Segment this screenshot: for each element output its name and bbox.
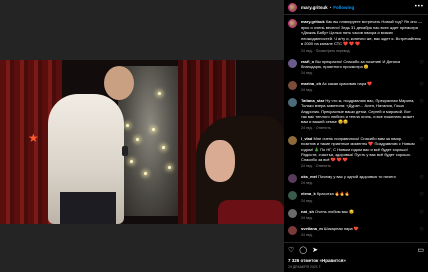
man-pants	[60, 192, 116, 224]
woman-dress	[218, 200, 284, 224]
post-caption: mary.gritsuk Как вы планируете встречать…	[288, 19, 424, 53]
comment-container: rasfl_o Вы прекрасно! Спасибо за позитив…	[288, 58, 424, 238]
comment-text: Вы прекрасно! Спасибо за позитив! И Дени…	[301, 58, 401, 69]
bookmark-icon[interactable]: ▭	[417, 247, 424, 254]
post-image[interactable]: ★	[0, 60, 284, 224]
caption-avatar[interactable]	[288, 19, 297, 28]
author-username[interactable]: mary.gritsuk	[301, 5, 328, 10]
comment-icon[interactable]: ◯	[299, 247, 307, 254]
comment-text: Ах какая красивая пара ❤️	[322, 80, 373, 86]
comment-meta[interactable]: 24 нед. · Ответить	[301, 126, 416, 130]
comment-meta[interactable]: 24 нед.	[301, 88, 416, 92]
heart-icon[interactable]: ♡	[420, 138, 424, 143]
comment-item: oks_mel Почему у вас у одной здоровью то…	[288, 174, 424, 185]
comment-item: rasfl_o Вы прекрасно! Спасибо за позитив…	[288, 58, 424, 75]
likes-count[interactable]: 7 326 отметок «Нравится»	[288, 258, 424, 263]
caption-username[interactable]: mary.gritsuk	[301, 19, 325, 24]
heart-icon[interactable]: ♡	[420, 100, 424, 105]
comment-item: svetlana_m Шикарная пара ❤️ 24 нед. ♡	[288, 225, 424, 237]
comment-meta[interactable]: 24 нед. · Ответить	[301, 164, 416, 168]
heart-icon[interactable]: ♡	[420, 82, 424, 88]
comment-text: Мне очень понравилось! Спасибо вам за юм…	[301, 136, 415, 162]
comment-avatar[interactable]	[288, 58, 297, 68]
comment-username[interactable]: svetlana_m	[301, 226, 323, 231]
comment-text: Почему у вас у одной здоровью то ничего	[318, 174, 396, 180]
comment-username[interactable]: marina_ch	[301, 81, 321, 86]
comment-avatar[interactable]	[288, 208, 297, 218]
post-header: mary.gritsuk • Following •••	[284, 0, 428, 15]
woman-face	[205, 140, 235, 182]
star-decoration: ★	[28, 131, 39, 145]
comment-text: Шикарная пара ❤️	[323, 225, 359, 231]
comment-item: l_vlad Мне очень понравилось! Спасибо ва…	[288, 136, 424, 168]
comment-meta[interactable]: 24 нед.	[301, 199, 416, 203]
following-button[interactable]: Following	[333, 5, 354, 10]
caption-meta[interactable]: 24 нед. · Посмотреть перевод	[301, 49, 424, 53]
heart-icon[interactable]: ♡	[420, 60, 424, 66]
heart-icon[interactable]: ♡	[288, 247, 294, 254]
comments-list[interactable]: mary.gritsuk Как вы планируете встречать…	[284, 15, 428, 237]
share-icon[interactable]: ➤	[312, 247, 318, 254]
comment-text: Красотка 🔥🔥🔥	[316, 191, 350, 197]
more-icon[interactable]: •••	[415, 4, 424, 10]
heart-icon[interactable]: ♡	[420, 227, 424, 233]
comment-avatar[interactable]	[288, 80, 297, 90]
comment-avatar[interactable]	[288, 174, 297, 184]
microphone	[122, 146, 128, 156]
comment-meta[interactable]: 24 нед.	[301, 181, 416, 185]
heart-icon[interactable]: ♡	[420, 210, 424, 216]
comment-meta[interactable]: 24 нед.	[301, 71, 416, 75]
comment-text: Очень любим вас 😊	[315, 208, 354, 214]
post-actions: ♡ ◯ ➤ ▭ 7 326 отметок «Нравится» 29 ДЕКА…	[284, 242, 428, 272]
author-avatar[interactable]	[288, 2, 297, 12]
post-modal: ★ mary.gritsuk • Following ••• mary.grit…	[0, 0, 428, 272]
comment-item: marina_ch Ах какая красивая пара ❤️ 24 не…	[288, 80, 424, 92]
comment-username[interactable]: oks_mel	[301, 174, 317, 179]
comment-avatar[interactable]	[288, 98, 297, 108]
comment-item: nat_sh Очень любим вас 😊 24 нед. ♡	[288, 208, 424, 220]
heart-icon[interactable]: ♡	[420, 193, 424, 198]
heart-icon[interactable]: ♡	[420, 176, 424, 181]
post-date: 29 ДЕКАБРЯ 2021 Г.	[288, 265, 322, 269]
comment-meta[interactable]: 24 нед.	[301, 233, 416, 237]
comment-item: elena_k Красотка 🔥🔥🔥 24 нед. ♡	[288, 191, 424, 203]
comment-username[interactable]: elena_k	[301, 191, 316, 196]
man-head	[104, 66, 134, 100]
comment-meta[interactable]: 24 нед.	[301, 216, 416, 220]
comment-avatar[interactable]	[288, 191, 297, 201]
comment-avatar[interactable]	[288, 136, 297, 146]
comment-avatar[interactable]	[288, 225, 297, 235]
comment-item: Tatiana_star Ну что ж, поздравляю вас, П…	[288, 98, 424, 130]
photo-scene: ★	[0, 60, 284, 224]
separator-dot: •	[329, 4, 332, 10]
action-icons: ♡ ◯ ➤ ▭	[288, 246, 424, 255]
comment-username[interactable]: nat_sh	[301, 209, 314, 214]
post-sidebar: mary.gritsuk • Following ••• mary.gritsu…	[284, 0, 428, 272]
